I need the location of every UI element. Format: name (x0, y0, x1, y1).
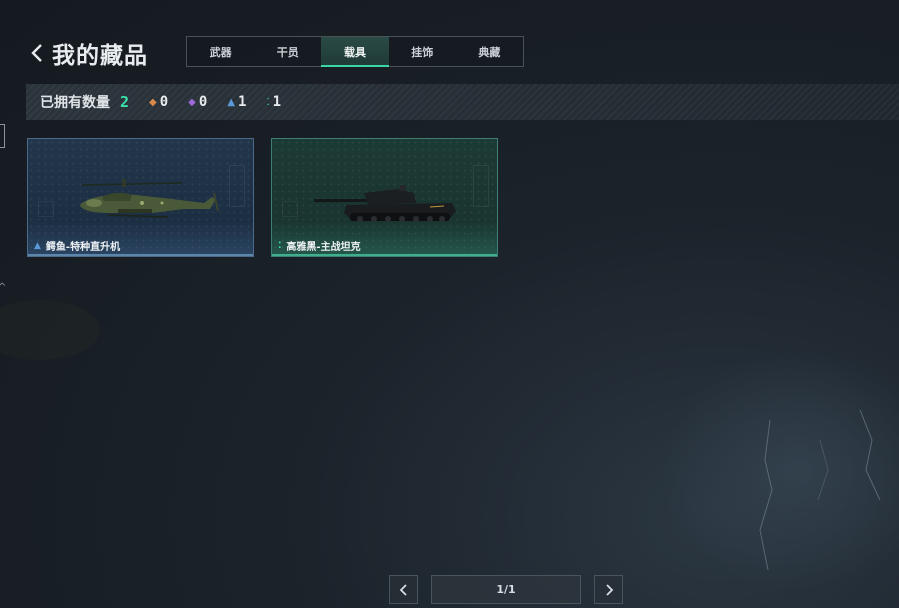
page-indicator: 1/1 (431, 575, 581, 604)
tab-vehicles[interactable]: 载具 (321, 37, 389, 67)
side-panel-handle[interactable] (0, 124, 5, 148)
card-decoration (282, 201, 298, 217)
item-name: 高雅黑-主战坦克 (286, 242, 361, 253)
page-title: 我的藏品 (52, 43, 148, 69)
blue-triangle-icon: ▲ (227, 96, 236, 108)
vehicle-card[interactable]: ⁚ 高雅黑-主战坦克 (271, 138, 498, 257)
vehicle-card[interactable]: ▲ 鳄鱼-特种直升机 (27, 138, 254, 257)
rarity-orange-count: 0 (159, 94, 169, 110)
tab-weapons[interactable]: 武器 (187, 37, 254, 66)
card-decoration (473, 165, 489, 207)
back-button[interactable] (28, 37, 46, 69)
pagination: 1/1 (389, 575, 623, 604)
chevron-right-icon (605, 583, 613, 596)
chevron-left-icon (31, 44, 42, 62)
collection-grid: ▲ 鳄鱼-特种直升机 ⁚ 高雅黑-主战坦克 (27, 138, 498, 257)
next-page-button[interactable] (594, 575, 623, 604)
owned-stats-bar: 已拥有数量 2 ◆ 0 ◆ 0 ▲ 1 ⁚ 1 (26, 84, 899, 120)
tab-operators[interactable]: 干员 (254, 37, 321, 66)
green-dots-icon: ⁚ (266, 96, 270, 108)
owned-total: 2 (120, 93, 130, 111)
rarity-orange: ◆ 0 (149, 94, 168, 110)
header: 我的藏品 (28, 36, 148, 70)
tab-charms[interactable]: 挂饰 (389, 37, 456, 66)
purple-diamond-icon: ◆ (188, 96, 196, 108)
rarity-blue: ▲ 1 (227, 94, 246, 110)
green-dots-icon: ⁚ (278, 240, 282, 251)
rarity-purple: ◆ 0 (188, 94, 207, 110)
caret-icon: ^ (0, 282, 7, 293)
category-tabs: 武器 干员 载具 挂饰 典藏 (186, 36, 524, 67)
rarity-blue-count: 1 (238, 94, 247, 110)
card-decoration (229, 165, 245, 207)
chevron-left-icon (399, 583, 407, 596)
rarity-green: ⁚ 1 (266, 94, 281, 110)
blue-triangle-icon: ▲ (34, 240, 41, 251)
card-decoration (38, 201, 54, 217)
tank-image (314, 185, 456, 222)
item-name: 鳄鱼-特种直升机 (45, 242, 121, 253)
orange-diamond-icon: ◆ (149, 96, 157, 108)
rarity-green-count: 1 (272, 94, 282, 110)
rarity-purple-count: 0 (198, 94, 208, 110)
card-label: ⁚ 高雅黑-主战坦克 (278, 238, 361, 254)
owned-count-label: 已拥有数量 (40, 95, 110, 111)
helicopter-image (80, 179, 219, 218)
tab-collections[interactable]: 典藏 (456, 37, 523, 66)
prev-page-button[interactable] (389, 575, 418, 604)
card-label: ▲ 鳄鱼-特种直升机 (34, 238, 121, 254)
